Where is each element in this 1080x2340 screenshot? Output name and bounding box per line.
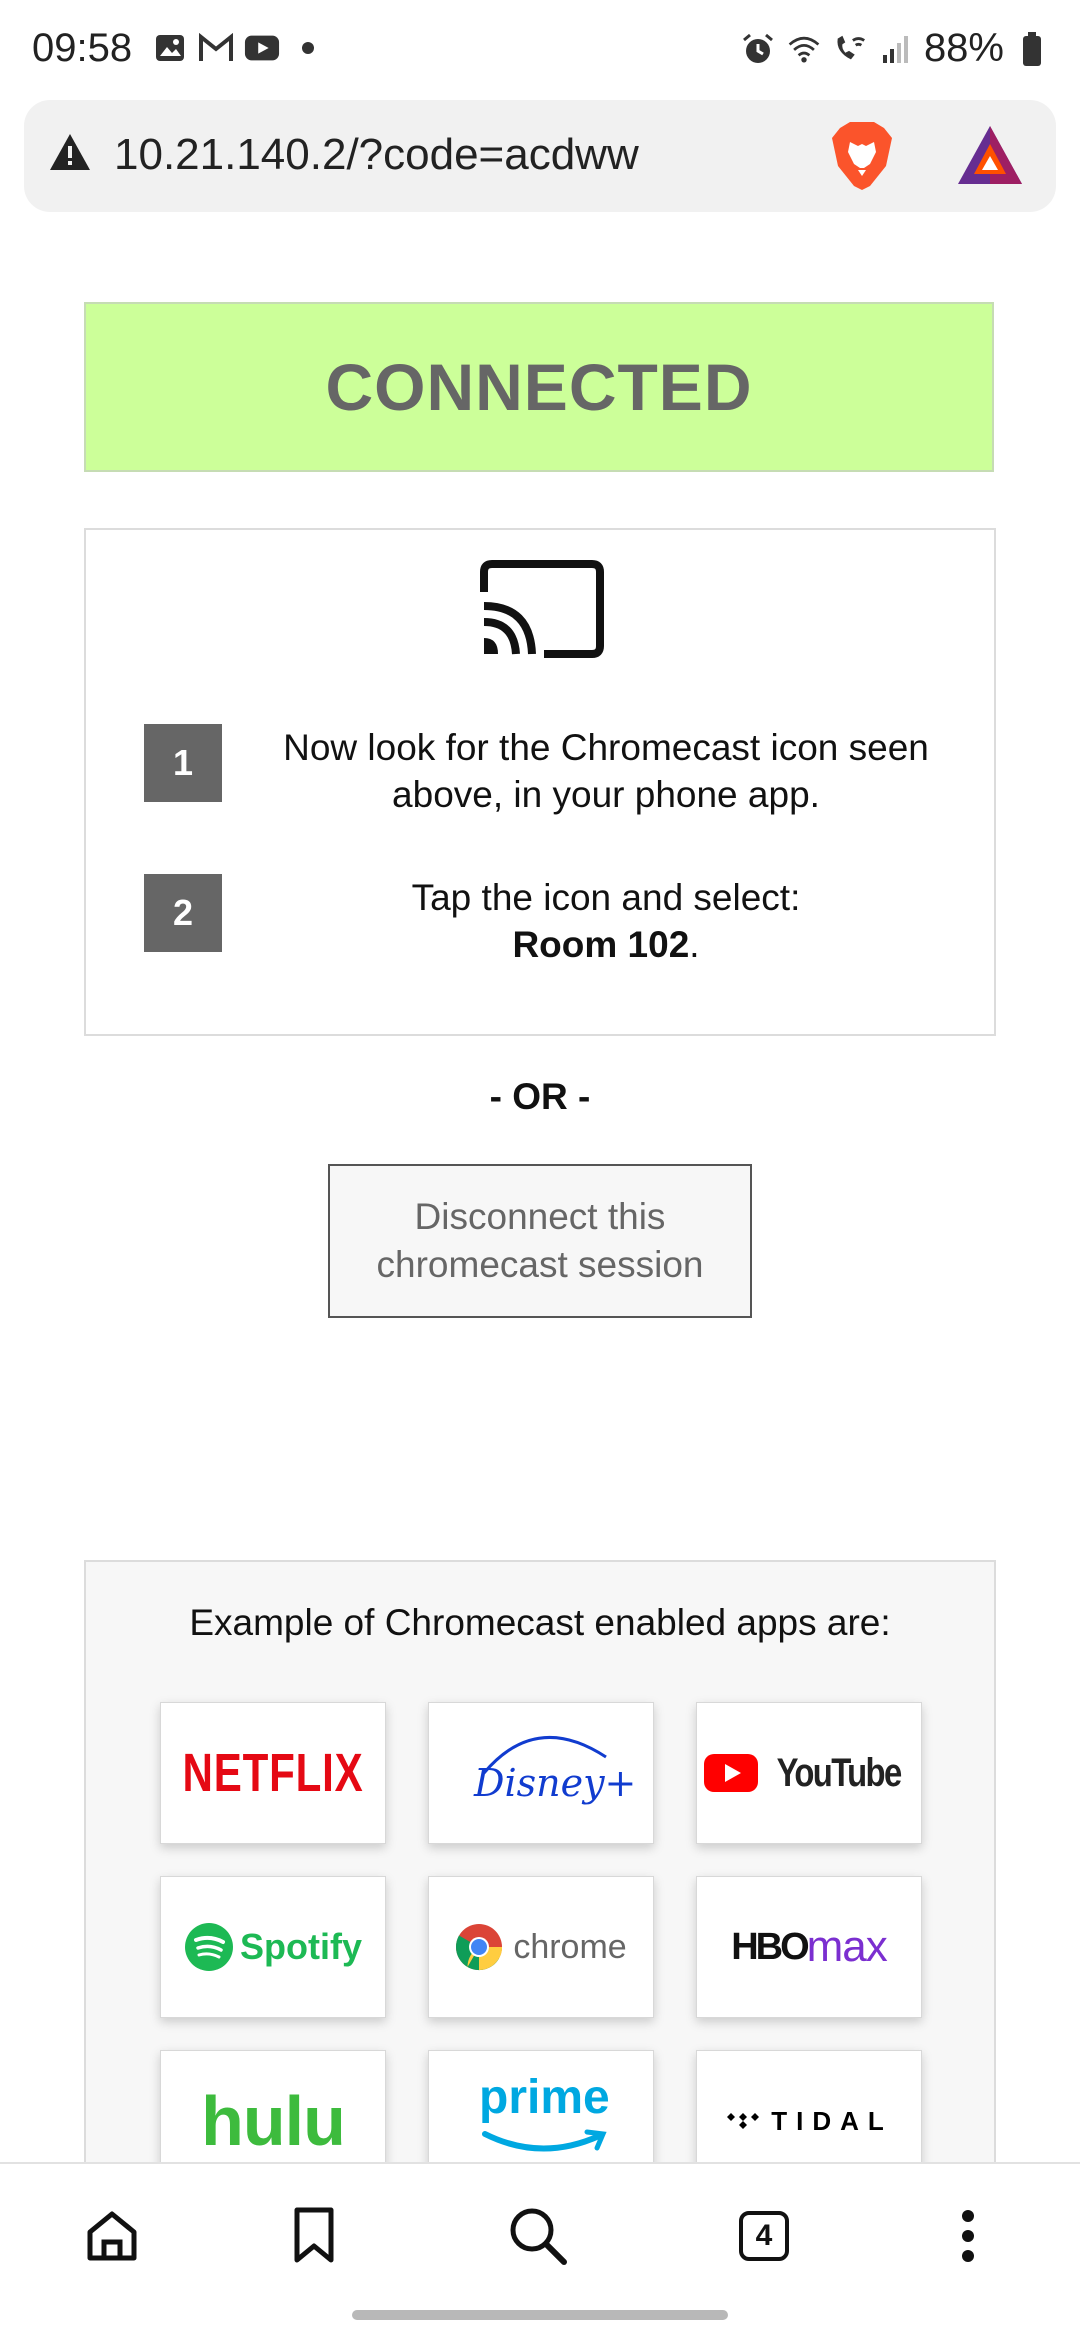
search-button[interactable] (502, 2200, 574, 2272)
home-icon (87, 2211, 137, 2261)
tabs-icon: 4 (739, 2211, 789, 2261)
warning-icon[interactable] (48, 132, 92, 177)
room-suffix: . (689, 924, 700, 965)
hulu-logo: hulu (201, 2082, 346, 2160)
tidal-icon (725, 2109, 761, 2133)
youtube-logo: YouTube (777, 1750, 903, 1795)
disconnect-button[interactable]: Disconnect this chromecast session (328, 1164, 752, 1318)
prime-logo: prime (479, 2071, 610, 2124)
apps-title: Example of Chromecast enabled apps are: (189, 1602, 891, 1643)
gesture-handle[interactable] (352, 2310, 728, 2320)
disney-plus-logo: Disney+ (474, 1761, 637, 1805)
step-2-text: Tap the icon and select: Room 102. (246, 874, 966, 968)
chrome-logo: chrome (513, 1927, 627, 1966)
hbo-logo: HBO (731, 1925, 809, 1968)
battery-percent: 88% (923, 26, 1004, 70)
status-bar: 09:58 88% (0, 0, 1080, 100)
chromecast-icon (480, 558, 604, 665)
dot-icon (290, 30, 326, 66)
step-2-number: 2 (144, 874, 222, 952)
netflix-tile: NETFLIX (160, 1702, 386, 1844)
bookmark-icon (294, 2207, 334, 2263)
chrome-icon (455, 1923, 503, 1971)
spotify-logo: Spotify (240, 1926, 362, 1967)
connection-status: CONNECTED (325, 350, 753, 424)
more-icon (962, 2210, 974, 2262)
status-time: 09:58 (32, 26, 133, 70)
hbo-max-tile: HBO max (696, 1876, 922, 2018)
step-1-number: 1 (144, 724, 222, 802)
tidal-logo: TIDAL (771, 2105, 893, 2136)
more-button[interactable] (932, 2200, 1004, 2272)
address-bar[interactable]: 10.21.140.2/?code=acdww (24, 100, 1056, 212)
notification-icons (152, 30, 326, 66)
wifi-call-icon (832, 31, 868, 67)
home-button[interactable] (76, 2200, 148, 2272)
gmail-icon (198, 30, 234, 66)
or-separator: - OR - (489, 1076, 591, 1117)
instructions-box: 1 Now look for the Chromecast icon seen … (84, 528, 996, 1036)
youtube-icon (244, 30, 280, 66)
tabs-button[interactable]: 4 (728, 2200, 800, 2272)
step-2-room-line: Room 102. (246, 921, 966, 968)
prime-smile-icon (482, 2129, 607, 2152)
signal-icon (878, 31, 914, 67)
url-text[interactable]: 10.21.140.2/?code=acdww (114, 130, 639, 180)
bottom-toolbar: 4 (0, 2162, 1080, 2304)
tabs-count: 4 (755, 2219, 773, 2252)
connected-banner: CONNECTED (84, 302, 994, 472)
netflix-logo: NETFLIX (182, 1743, 364, 1803)
room-name: Room 102 (512, 924, 690, 965)
wifi-icon (786, 31, 822, 67)
brave-lion-icon[interactable] (830, 120, 894, 197)
search-icon (510, 2208, 567, 2265)
system-icons: 88% (740, 26, 1050, 71)
step-2-prompt: Tap the icon and select: (411, 877, 801, 918)
bookmark-button[interactable] (278, 2200, 350, 2272)
spotify-tile: Spotify (160, 1876, 386, 2018)
disney-plus-tile: Disney+ (428, 1702, 654, 1844)
gallery-icon (152, 30, 188, 66)
step-1-text: Now look for the Chromecast icon seen ab… (283, 727, 929, 815)
alarm-icon (740, 31, 776, 67)
youtube-tile: YouTube (696, 1702, 922, 1844)
chrome-tile: chrome (428, 1876, 654, 2018)
spotify-icon (184, 1922, 234, 1972)
max-logo: max (806, 1922, 888, 1971)
bat-triangle-icon[interactable] (956, 124, 1024, 191)
youtube-play-icon (703, 1753, 759, 1793)
battery-icon (1014, 31, 1050, 67)
